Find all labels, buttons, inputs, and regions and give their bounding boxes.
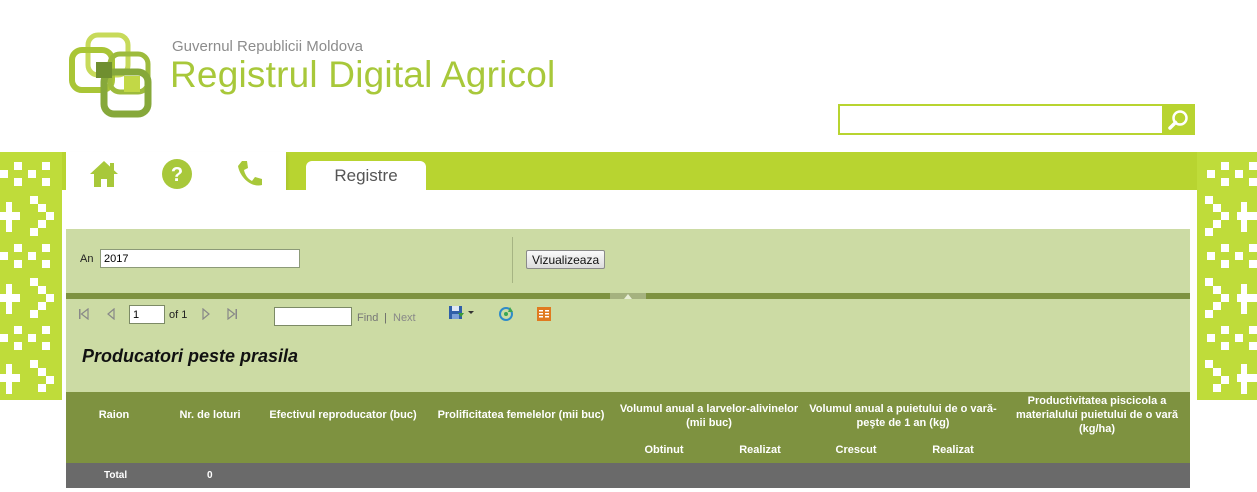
page-number-input[interactable]	[129, 305, 165, 324]
page: Guvernul Republicii Moldova Registrul Di…	[0, 0, 1257, 492]
report-viewer: of 1 Find | Next	[66, 299, 1190, 392]
right-ornament	[1197, 152, 1257, 400]
search-box	[838, 104, 1195, 135]
report-toolbar: of 1 Find | Next	[66, 305, 1190, 327]
find-link[interactable]: Find	[357, 312, 378, 324]
table-header: Raion Nr. de loturi Efectivul reproducat…	[66, 392, 1190, 463]
export-icon[interactable]	[448, 305, 476, 324]
parameters-panel: An Vizualizeaza	[66, 229, 1190, 293]
next-page-icon[interactable]	[201, 307, 211, 323]
column-crescut: Crescut	[835, 444, 877, 456]
page-count: of 1	[169, 309, 188, 321]
chevron-up-icon	[624, 293, 632, 299]
left-ornament	[0, 152, 62, 400]
column-realizat-larve: Realizat	[739, 444, 781, 456]
year-label: An	[80, 253, 94, 265]
refresh-icon[interactable]	[498, 306, 514, 325]
total-nr-loturi: 0	[207, 470, 213, 481]
first-page-icon[interactable]	[78, 307, 90, 323]
table-row-total: Total 0	[66, 463, 1190, 488]
column-nr-loturi: Nr. de loturi	[179, 409, 241, 421]
previous-page-icon[interactable]	[106, 307, 116, 323]
help-icon[interactable]: ?	[159, 156, 195, 192]
home-icon[interactable]	[86, 156, 122, 192]
app-title: Registrul Digital Agricol	[170, 54, 556, 95]
column-productivitate: Productivitatea piscicola a materialului…	[1016, 395, 1178, 435]
search-icon	[1167, 109, 1188, 130]
year-input[interactable]	[100, 249, 300, 268]
logo-icon[interactable]	[68, 32, 168, 120]
report-title: Producatori peste prasila	[82, 346, 299, 366]
column-obtinut: Obtinut	[644, 444, 684, 456]
column-volum-larve: Volumul anual a larvelor-alivinelor (mii…	[619, 403, 799, 429]
view-report-button[interactable]: Vizualizeaza	[526, 250, 606, 269]
search-input[interactable]	[840, 106, 1162, 133]
phone-icon[interactable]	[231, 156, 267, 192]
last-page-icon[interactable]	[226, 307, 238, 323]
government-name: Guvernul Republicii Moldova	[172, 38, 363, 55]
tab-registre[interactable]: Registre	[306, 161, 426, 191]
search-button[interactable]	[1162, 106, 1193, 133]
divider	[512, 237, 513, 283]
column-efectiv: Efectivul reproducator (buc)	[269, 409, 417, 421]
column-volum-puiet: Volumul anual a puietului de o vară-peşt…	[809, 403, 997, 429]
column-raion: Raion	[98, 409, 130, 421]
column-realizat-puiet: Realizat	[932, 444, 974, 456]
find-next-link[interactable]: Next	[393, 312, 416, 324]
column-prolificitate: Prolificitatea femelelor (mii buc)	[437, 409, 605, 421]
find-input[interactable]	[274, 307, 352, 326]
print-layout-icon[interactable]	[536, 306, 552, 325]
find-separator: |	[384, 312, 387, 324]
svg-text:?: ?	[171, 164, 183, 186]
total-label: Total	[104, 470, 128, 481]
